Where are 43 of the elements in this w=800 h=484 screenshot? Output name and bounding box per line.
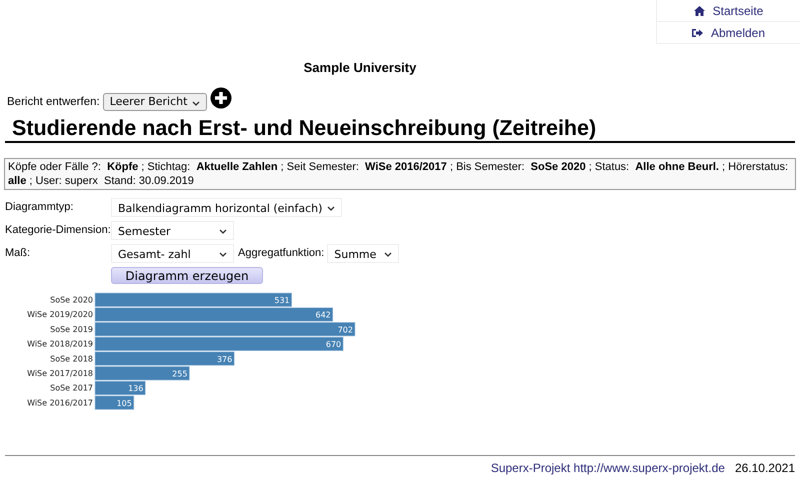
axis-label: WiSe 2017/2018 <box>27 369 93 378</box>
value-label: 255 <box>172 370 188 378</box>
home-icon <box>694 6 705 16</box>
add-icon[interactable] <box>210 87 232 109</box>
axis-label: WiSe 2019/2020 <box>27 310 93 320</box>
chevron-icon <box>327 206 335 211</box>
value-label: 531 <box>274 296 290 305</box>
bar <box>94 396 134 410</box>
field-label: Aggregatfunktion: <box>237 246 326 259</box>
create-chart-button[interactable]: Diagramm erzeugen <box>111 267 263 284</box>
value-label: 376 <box>216 354 232 364</box>
value-label: 136 <box>128 384 144 394</box>
chevron-icon <box>219 229 227 234</box>
chevron-icon <box>219 252 227 257</box>
select-field[interactable]: Summe <box>327 244 400 263</box>
axis-label: SoSe 2019 <box>50 324 93 334</box>
axis-label: SoSe 2017 <box>50 384 93 393</box>
select-field[interactable]: Balkendiagramm horizontal (einfach) <box>111 198 342 217</box>
field-label: Kategorie-Dimension: <box>5 223 111 236</box>
value-label: 670 <box>326 340 342 350</box>
value-label: 642 <box>316 310 331 320</box>
chevron-icon <box>192 101 200 106</box>
field-label: Diagrammtyp: <box>5 200 74 213</box>
axis-label: SoSe 2018 <box>50 354 93 364</box>
report-label: Bericht entwerfen: <box>7 96 100 110</box>
select-field[interactable]: Semester <box>111 221 234 240</box>
logout-icon <box>692 28 703 38</box>
axis-label: WiSe 2016/2017 <box>27 398 93 408</box>
axis-label: WiSe 2018/2019 <box>27 340 93 349</box>
chevron-icon <box>384 252 392 257</box>
footer-date: 26.10.2021 <box>734 461 795 475</box>
report-heading: Studierende nach Erst- und Neueinschreibung (Zeitreihe) <box>5 116 795 143</box>
nav-link[interactable]: Startseite <box>657 0 800 22</box>
site-title: Sample University <box>302 60 418 75</box>
field-label: Maß: <box>5 246 32 259</box>
report-select[interactable]: Leerer Bericht <box>102 93 207 111</box>
footer-link[interactable]: Superx-Projekt http://www.superx-projekt.de <box>490 461 725 475</box>
nav-link[interactable]: Abmelden <box>657 22 800 44</box>
filter-summary: Köpfe oder Fälle ?: Köpfe ; Stichtag: Aktuelle Zahlen ; Seit Semester: WiSe 2016/2017 ; Bis Semester: SoSe 2020 ; Status: Alle ohne Beurl. ; Hörerstatus: alle ; User: superx Stand: 30.09.2019 <box>4 158 796 190</box>
select-field[interactable]: Gesamt- zahl <box>111 244 234 263</box>
value-label: 702 <box>338 325 353 334</box>
axis-label: SoSe 2020 <box>50 296 93 304</box>
value-label: 105 <box>116 398 132 408</box>
